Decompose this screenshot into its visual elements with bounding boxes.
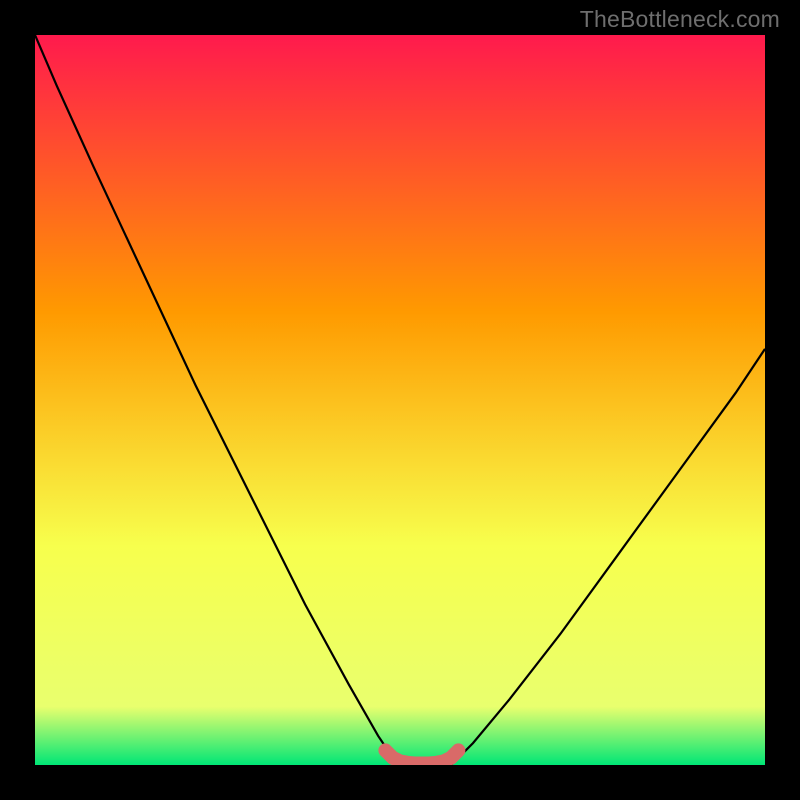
plot-area	[35, 35, 765, 765]
chart-frame: TheBottleneck.com	[0, 0, 800, 800]
bottleneck-curve	[35, 35, 765, 765]
curve-layer	[35, 35, 765, 765]
watermark-text: TheBottleneck.com	[580, 6, 780, 33]
optimal-band	[385, 750, 458, 763]
